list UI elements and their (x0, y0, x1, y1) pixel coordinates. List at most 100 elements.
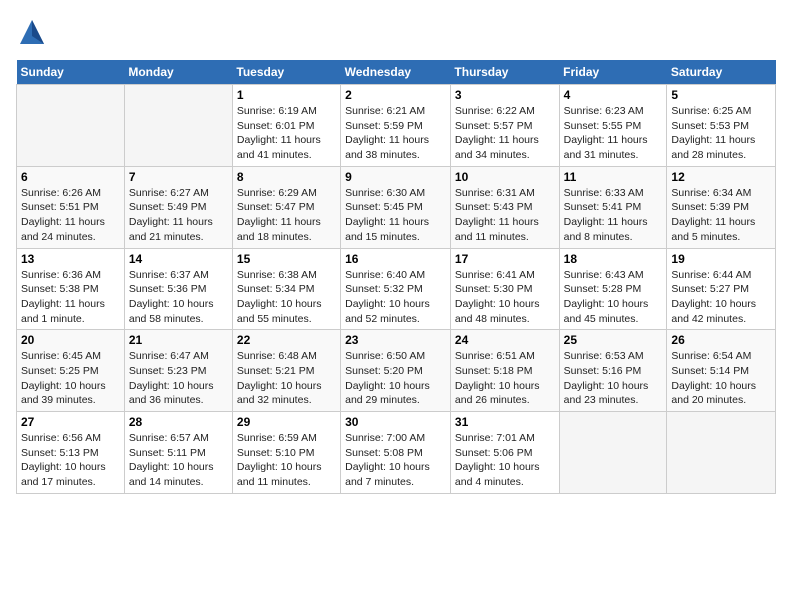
logo (16, 16, 52, 48)
day-detail: Sunrise: 6:26 AMSunset: 5:51 PMDaylight:… (21, 186, 120, 245)
day-number: 18 (564, 252, 663, 266)
calendar-day-cell (559, 412, 667, 494)
day-number: 14 (129, 252, 228, 266)
calendar-day-cell: 12 Sunrise: 6:34 AMSunset: 5:39 PMDayligh… (667, 166, 776, 248)
calendar-day-cell: 19 Sunrise: 6:44 AMSunset: 5:27 PMDayligh… (667, 248, 776, 330)
calendar-day-cell: 5 Sunrise: 6:25 AMSunset: 5:53 PMDaylight… (667, 85, 776, 167)
calendar-week-row: 1Sunrise: 6:19 AMSunset: 6:01 PMDaylight… (17, 85, 776, 167)
day-detail: Sunrise: 6:51 AMSunset: 5:18 PMDaylight:… (455, 349, 555, 408)
day-number: 30 (345, 415, 446, 429)
calendar-table: SundayMondayTuesdayWednesdayThursdayFrid… (16, 60, 776, 494)
day-detail: Sunrise: 6:57 AMSunset: 5:11 PMDaylight:… (129, 431, 228, 490)
day-number: 21 (129, 333, 228, 347)
weekday-header: Tuesday (232, 60, 340, 85)
day-detail: Sunrise: 6:25 AMSunset: 5:53 PMDaylight:… (671, 104, 771, 163)
day-detail: Sunrise: 6:34 AMSunset: 5:39 PMDaylight:… (671, 186, 771, 245)
day-detail: Sunrise: 6:36 AMSunset: 5:38 PMDaylight:… (21, 268, 120, 327)
day-number: 19 (671, 252, 771, 266)
calendar-day-cell: 6 Sunrise: 6:26 AMSunset: 5:51 PMDaylight… (17, 166, 125, 248)
calendar-day-cell: 9 Sunrise: 6:30 AMSunset: 5:45 PMDaylight… (341, 166, 451, 248)
calendar-day-cell: 17Sunrise: 6:41 AMSunset: 5:30 PMDayligh… (450, 248, 559, 330)
day-detail: Sunrise: 6:56 AMSunset: 5:13 PMDaylight:… (21, 431, 120, 490)
day-detail: Sunrise: 6:30 AMSunset: 5:45 PMDaylight:… (345, 186, 446, 245)
day-number: 7 (129, 170, 228, 184)
day-number: 13 (21, 252, 120, 266)
calendar-day-cell: 26Sunrise: 6:54 AMSunset: 5:14 PMDayligh… (667, 330, 776, 412)
day-detail: Sunrise: 6:41 AMSunset: 5:30 PMDaylight:… (455, 268, 555, 327)
day-number: 23 (345, 333, 446, 347)
calendar-day-cell: 13 Sunrise: 6:36 AMSunset: 5:38 PMDayligh… (17, 248, 125, 330)
weekday-header: Saturday (667, 60, 776, 85)
calendar-day-cell: 3 Sunrise: 6:22 AMSunset: 5:57 PMDaylight… (450, 85, 559, 167)
calendar-day-cell: 28 Sunrise: 6:57 AMSunset: 5:11 PMDayligh… (124, 412, 232, 494)
calendar-day-cell: 21 Sunrise: 6:47 AMSunset: 5:23 PMDayligh… (124, 330, 232, 412)
day-number: 20 (21, 333, 120, 347)
day-number: 16 (345, 252, 446, 266)
calendar-day-cell: 20Sunrise: 6:45 AMSunset: 5:25 PMDayligh… (17, 330, 125, 412)
day-number: 10 (455, 170, 555, 184)
day-number: 8 (237, 170, 336, 184)
calendar-day-cell: 4 Sunrise: 6:23 AMSunset: 5:55 PMDaylight… (559, 85, 667, 167)
day-detail: Sunrise: 7:00 AMSunset: 5:08 PMDaylight:… (345, 431, 446, 490)
weekday-header: Monday (124, 60, 232, 85)
day-number: 15 (237, 252, 336, 266)
day-detail: Sunrise: 6:53 AMSunset: 5:16 PMDaylight:… (564, 349, 663, 408)
calendar-day-cell: 15Sunrise: 6:38 AMSunset: 5:34 PMDayligh… (232, 248, 340, 330)
calendar-day-cell (17, 85, 125, 167)
calendar-day-cell: 25 Sunrise: 6:53 AMSunset: 5:16 PMDayligh… (559, 330, 667, 412)
day-number: 9 (345, 170, 446, 184)
day-detail: Sunrise: 6:22 AMSunset: 5:57 PMDaylight:… (455, 104, 555, 163)
calendar-day-cell (667, 412, 776, 494)
day-detail: Sunrise: 6:48 AMSunset: 5:21 PMDaylight:… (237, 349, 336, 408)
day-detail: Sunrise: 6:33 AMSunset: 5:41 PMDaylight:… (564, 186, 663, 245)
day-number: 25 (564, 333, 663, 347)
calendar-week-row: 20Sunrise: 6:45 AMSunset: 5:25 PMDayligh… (17, 330, 776, 412)
day-detail: Sunrise: 6:23 AMSunset: 5:55 PMDaylight:… (564, 104, 663, 163)
day-number: 6 (21, 170, 120, 184)
day-detail: Sunrise: 6:50 AMSunset: 5:20 PMDaylight:… (345, 349, 446, 408)
day-detail: Sunrise: 7:01 AMSunset: 5:06 PMDaylight:… (455, 431, 555, 490)
day-detail: Sunrise: 6:44 AMSunset: 5:27 PMDaylight:… (671, 268, 771, 327)
calendar-day-cell: 14Sunrise: 6:37 AMSunset: 5:36 PMDayligh… (124, 248, 232, 330)
day-number: 3 (455, 88, 555, 102)
day-number: 22 (237, 333, 336, 347)
weekday-header: Friday (559, 60, 667, 85)
day-detail: Sunrise: 6:59 AMSunset: 5:10 PMDaylight:… (237, 431, 336, 490)
calendar-week-row: 27 Sunrise: 6:56 AMSunset: 5:13 PMDayligh… (17, 412, 776, 494)
day-number: 12 (671, 170, 771, 184)
day-detail: Sunrise: 6:31 AMSunset: 5:43 PMDaylight:… (455, 186, 555, 245)
calendar-day-cell: 31Sunrise: 7:01 AMSunset: 5:06 PMDayligh… (450, 412, 559, 494)
day-number: 2 (345, 88, 446, 102)
calendar-day-cell: 30 Sunrise: 7:00 AMSunset: 5:08 PMDayligh… (341, 412, 451, 494)
day-detail: Sunrise: 6:19 AMSunset: 6:01 PMDaylight:… (237, 104, 336, 163)
calendar-day-cell: 11 Sunrise: 6:33 AMSunset: 5:41 PMDayligh… (559, 166, 667, 248)
calendar-day-cell: 18Sunrise: 6:43 AMSunset: 5:28 PMDayligh… (559, 248, 667, 330)
day-number: 5 (671, 88, 771, 102)
weekday-header-row: SundayMondayTuesdayWednesdayThursdayFrid… (17, 60, 776, 85)
calendar-day-cell: 29Sunrise: 6:59 AMSunset: 5:10 PMDayligh… (232, 412, 340, 494)
day-detail: Sunrise: 6:47 AMSunset: 5:23 PMDaylight:… (129, 349, 228, 408)
day-detail: Sunrise: 6:21 AMSunset: 5:59 PMDaylight:… (345, 104, 446, 163)
day-number: 4 (564, 88, 663, 102)
calendar-day-cell: 8 Sunrise: 6:29 AMSunset: 5:47 PMDaylight… (232, 166, 340, 248)
day-number: 26 (671, 333, 771, 347)
weekday-header: Wednesday (341, 60, 451, 85)
calendar-day-cell (124, 85, 232, 167)
calendar-day-cell: 23 Sunrise: 6:50 AMSunset: 5:20 PMDayligh… (341, 330, 451, 412)
weekday-header: Sunday (17, 60, 125, 85)
calendar-week-row: 6 Sunrise: 6:26 AMSunset: 5:51 PMDaylight… (17, 166, 776, 248)
day-number: 27 (21, 415, 120, 429)
logo-icon (16, 16, 48, 48)
calendar-week-row: 13 Sunrise: 6:36 AMSunset: 5:38 PMDayligh… (17, 248, 776, 330)
day-detail: Sunrise: 6:29 AMSunset: 5:47 PMDaylight:… (237, 186, 336, 245)
calendar-day-cell: 16 Sunrise: 6:40 AMSunset: 5:32 PMDayligh… (341, 248, 451, 330)
day-number: 28 (129, 415, 228, 429)
weekday-header: Thursday (450, 60, 559, 85)
calendar-day-cell: 10 Sunrise: 6:31 AMSunset: 5:43 PMDayligh… (450, 166, 559, 248)
day-detail: Sunrise: 6:27 AMSunset: 5:49 PMDaylight:… (129, 186, 228, 245)
day-number: 24 (455, 333, 555, 347)
calendar-day-cell: 27 Sunrise: 6:56 AMSunset: 5:13 PMDayligh… (17, 412, 125, 494)
calendar-day-cell: 24 Sunrise: 6:51 AMSunset: 5:18 PMDayligh… (450, 330, 559, 412)
day-number: 11 (564, 170, 663, 184)
day-detail: Sunrise: 6:40 AMSunset: 5:32 PMDaylight:… (345, 268, 446, 327)
